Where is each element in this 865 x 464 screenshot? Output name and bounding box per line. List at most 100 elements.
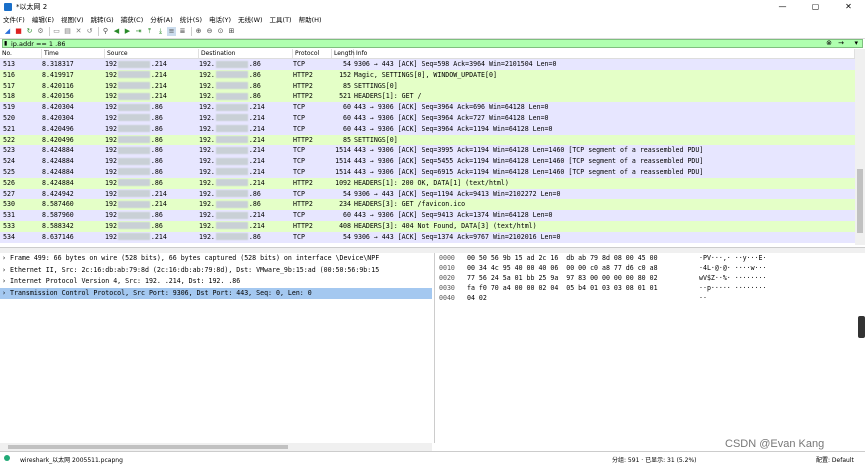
maximize-button[interactable]: ▢ <box>799 0 832 13</box>
column-no[interactable]: No. <box>0 49 42 58</box>
bookmark-icon[interactable]: ▮ <box>4 40 7 47</box>
column-length[interactable]: Length <box>332 49 355 58</box>
find-packet-icon[interactable]: ⚲ <box>101 27 110 36</box>
redacted-block <box>117 60 150 68</box>
cell-length: 85 <box>343 81 351 90</box>
open-file-icon[interactable]: ▭ <box>52 27 61 36</box>
status-profile[interactable]: 配置: Default <box>816 455 854 464</box>
expand-arrow-icon[interactable]: › <box>2 288 10 300</box>
cell-protocol: HTTP2 <box>293 221 313 230</box>
cell-source: 192.86 <box>105 146 163 155</box>
cell-protocol: TCP <box>293 60 305 68</box>
apply-filter-icon[interactable]: → <box>838 39 844 47</box>
scrollbar-thumb[interactable] <box>857 169 863 233</box>
go-back-icon[interactable]: ◀ <box>112 27 121 36</box>
redacted-block <box>215 179 248 187</box>
packet-row[interactable]: 526 8.424884 192.86 192. .214 HTTP2 1092 HEADER… <box>0 177 855 189</box>
cell-destination: 192. .214 <box>199 211 265 220</box>
colorize-icon[interactable]: ≣ <box>178 27 187 36</box>
cell-no: 531 <box>3 211 15 220</box>
zoom-reset-icon[interactable]: ⊙ <box>216 27 225 36</box>
packet-row[interactable]: 525 8.424884 192.86 192. .214 TCP 1514 443 → 93… <box>0 166 855 178</box>
display-filter-bar[interactable]: ▮ ip.addr == 1 .86 ⊗ → ▾ <box>2 39 863 48</box>
last-packet-icon[interactable]: ⤓ <box>156 27 165 36</box>
menu-file[interactable]: 文件(F) <box>3 14 25 24</box>
menu-capture[interactable]: 捕获(C) <box>121 14 144 24</box>
detail-tcp[interactable]: › Transmission Control Protocol, Src Port… <box>0 287 432 300</box>
packet-row[interactable]: 518 8.420156 192.214 192. .86 HTTP2 521 HEADERS… <box>0 91 855 103</box>
packet-row[interactable]: 524 8.424884 192.86 192. .214 TCP 1514 443 → 93… <box>0 156 855 167</box>
packet-row[interactable]: 522 8.420496 192.86 192. .214 HTTP2 85 SETTINGS… <box>0 134 855 146</box>
menu-help[interactable]: 帮助(H) <box>299 14 322 24</box>
menu-analyze[interactable]: 分析(A) <box>150 14 173 24</box>
column-protocol[interactable]: Protocol <box>293 49 332 58</box>
expand-arrow-icon[interactable]: › <box>2 265 10 277</box>
expand-arrow-icon[interactable]: › <box>2 276 10 288</box>
packet-row[interactable]: 520 8.420304 192.86 192. .214 TCP 60 443 → 9306… <box>0 112 855 124</box>
first-packet-icon[interactable]: ⤒ <box>145 27 154 36</box>
expand-arrow-icon[interactable]: › <box>2 253 10 265</box>
packet-row[interactable]: 531 8.587960 192.86 192. .214 TCP 60 443 → 9306… <box>0 210 855 221</box>
resize-columns-icon[interactable]: ⊞ <box>227 27 236 36</box>
detail-frame[interactable]: › Frame 499: 66 bytes on wire (528 bits),… <box>0 253 432 265</box>
side-panel-handle[interactable] <box>858 316 865 338</box>
cell-destination: 192. .214 <box>199 135 265 144</box>
close-file-icon[interactable]: ✕ <box>74 27 83 36</box>
menu-view[interactable]: 视图(V) <box>61 14 84 24</box>
detail-ethernet[interactable]: › Ethernet II, Src: 2c:16:db:ab:79:8d (2c… <box>0 265 432 277</box>
column-time[interactable]: Time <box>42 49 105 58</box>
packet-row[interactable]: 533 8.588342 192.86 192. .214 HTTP2 408 HEADERS… <box>0 220 855 232</box>
cell-info: 443 → 9306 [ACK] Seq=3964 Ack=1194 Win=6… <box>354 124 553 133</box>
capture-status-icon[interactable] <box>4 455 10 461</box>
column-destination[interactable]: Destination <box>199 49 293 58</box>
menu-go[interactable]: 跳转(G) <box>91 14 114 24</box>
menu-telephony[interactable]: 电话(Y) <box>209 14 231 24</box>
autoscroll-icon[interactable]: ≡ <box>167 27 176 36</box>
menu-statistics[interactable]: 统计(S) <box>180 14 202 24</box>
cell-destination: 192. .86 <box>199 200 261 209</box>
start-capture-icon[interactable]: ◢ <box>3 27 12 36</box>
packet-row[interactable]: 527 8.424942 192.214 192. .86 TCP 54 9306 → 443… <box>0 188 855 200</box>
detail-ipv4[interactable]: › Internet Protocol Version 4, Src: 192. … <box>0 276 432 288</box>
close-button[interactable]: ✕ <box>832 0 865 13</box>
save-file-icon[interactable]: ▤ <box>63 27 72 36</box>
cell-destination: 192. .214 <box>199 124 265 133</box>
redacted-block <box>215 233 248 241</box>
minimize-button[interactable]: — <box>766 0 799 13</box>
packet-row[interactable]: 530 8.587460 192.214 192. .86 HTTP2 234 HEADERS… <box>0 199 855 211</box>
clear-filter-icon[interactable]: ⊗ <box>826 39 832 47</box>
cell-no: 526 <box>3 178 15 187</box>
cell-length: 1514 <box>335 167 351 176</box>
cell-length: 1514 <box>335 157 351 166</box>
restart-capture-icon[interactable]: ↻ <box>25 27 34 36</box>
packet-row[interactable]: 517 8.420116 192.214 192. .86 HTTP2 85 SETTINGS… <box>0 80 855 92</box>
packet-row[interactable]: 534 8.637146 192.214 192. .86 TCP 54 9306 → 443… <box>0 231 855 243</box>
cell-protocol: TCP <box>293 211 305 220</box>
reload-file-icon[interactable]: ↺ <box>85 27 94 36</box>
packet-row[interactable]: 516 8.419917 192.214 192. .86 HTTP2 152 Magic, … <box>0 69 855 81</box>
menu-tools[interactable]: 工具(T) <box>270 14 292 24</box>
cell-protocol: TCP <box>293 146 305 155</box>
filter-history-icon[interactable]: ▾ <box>854 39 858 47</box>
cell-length: 60 <box>343 113 351 122</box>
display-filter-input[interactable]: ip.addr == 1 .86 <box>3 40 65 48</box>
go-forward-icon[interactable]: ▶ <box>123 27 132 36</box>
packet-row[interactable]: 521 8.420496 192.86 192. .214 TCP 60 443 → 9306… <box>0 123 855 135</box>
menu-wireless[interactable]: 无线(W) <box>238 14 263 24</box>
packet-bytes: 0000 00 50 56 9b 15 ad 2c 16 db ab 79 8d … <box>434 253 865 443</box>
column-info[interactable]: Info <box>354 49 855 58</box>
menu-edit[interactable]: 编辑(E) <box>32 14 54 24</box>
zoom-in-icon[interactable]: ⊕ <box>194 27 203 36</box>
details-horizontal-scrollbar[interactable] <box>0 443 432 451</box>
packet-row[interactable]: 513 8.318317 192.214 192. .86 TCP 54 9306 → 443… <box>0 59 855 70</box>
column-source[interactable]: Source <box>105 49 199 58</box>
packet-list-scrollbar[interactable] <box>855 49 865 245</box>
packet-row[interactable]: 523 8.424884 192.86 192. .214 TCP 1514 443 → 93… <box>0 145 855 157</box>
stop-capture-icon[interactable]: ■ <box>14 27 23 36</box>
cell-info: HEADERS[1]: GET / <box>354 92 422 101</box>
scrollbar-thumb[interactable] <box>8 445 288 449</box>
capture-options-icon[interactable]: ⚙ <box>36 27 45 36</box>
packet-row[interactable]: 519 8.420304 192.86 192. .214 TCP 60 443 → 9306… <box>0 102 855 113</box>
go-to-packet-icon[interactable]: ⇥ <box>134 27 143 36</box>
zoom-out-icon[interactable]: ⊖ <box>205 27 214 36</box>
